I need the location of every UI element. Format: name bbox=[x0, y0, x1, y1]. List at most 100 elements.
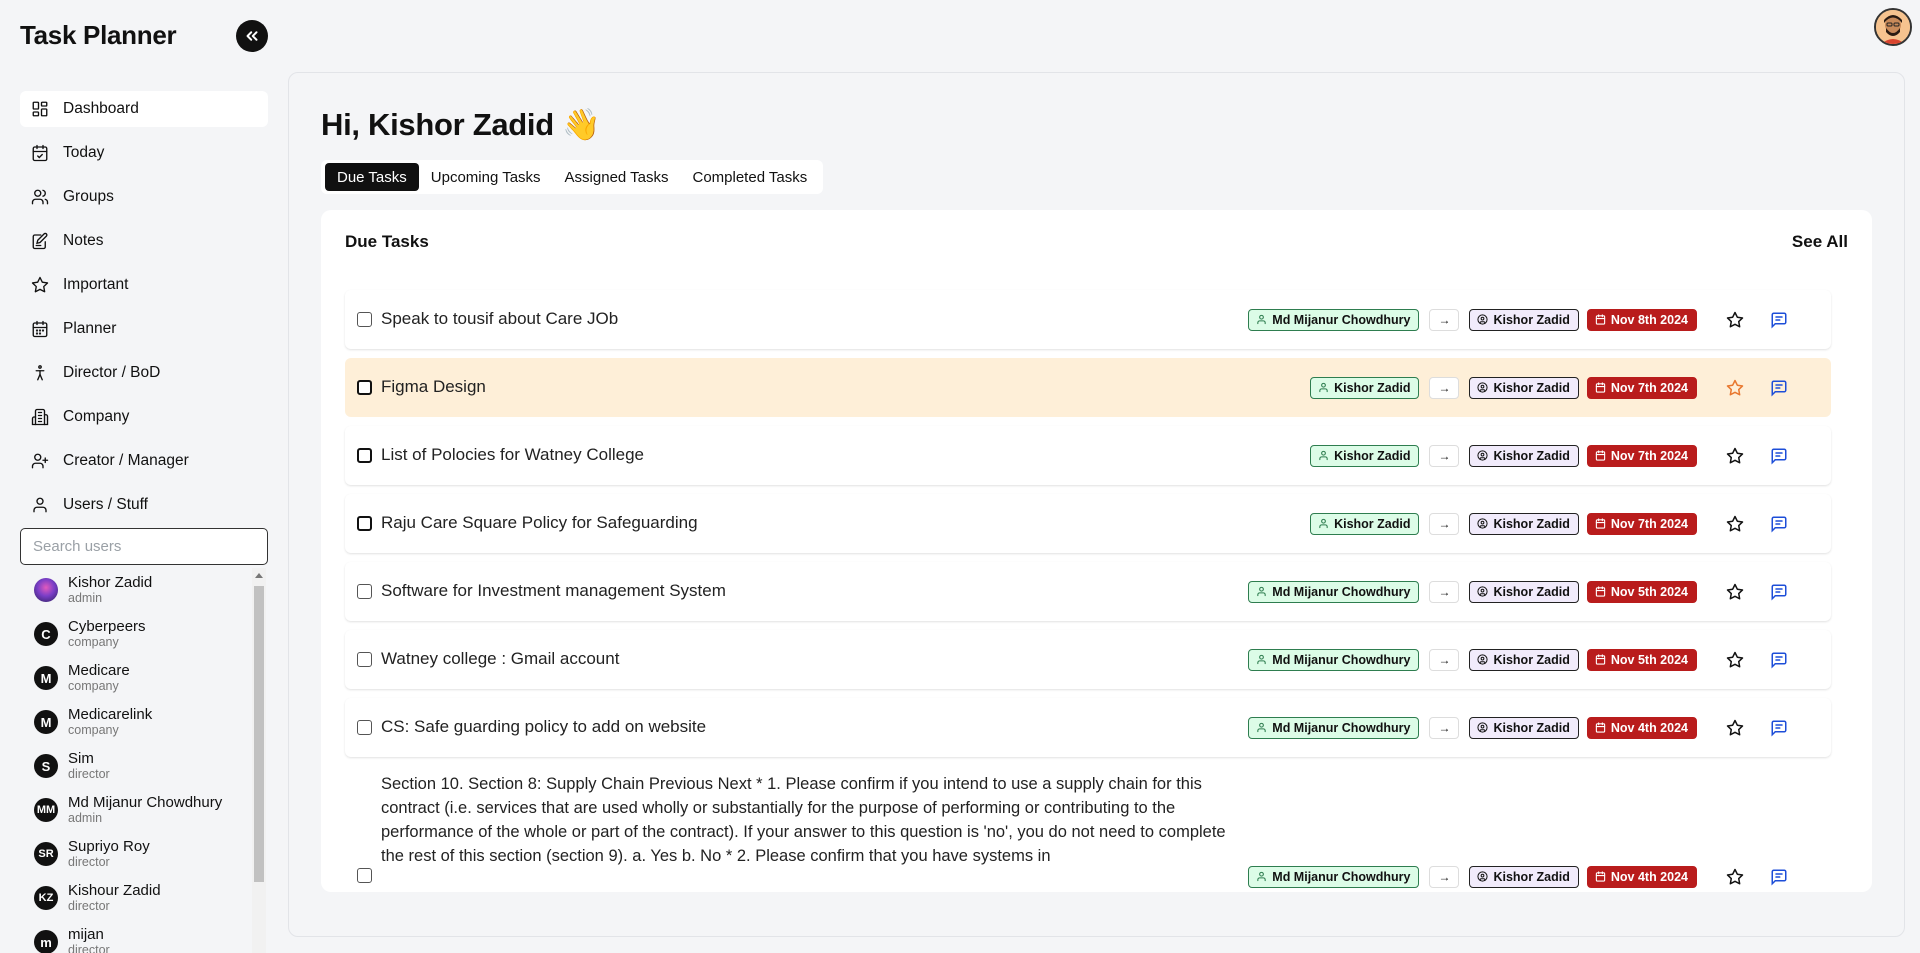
assignee-badge[interactable]: Kishor Zadid bbox=[1469, 716, 1579, 739]
sidebar-item-label: Notes bbox=[63, 232, 104, 249]
task-checkbox[interactable] bbox=[357, 868, 372, 883]
due-date-badge[interactable]: Nov 4th 2024 bbox=[1586, 865, 1697, 888]
person-standing-icon bbox=[35, 365, 45, 381]
assignee-badge[interactable]: Kishor Zadid bbox=[1469, 865, 1579, 888]
star-icon bbox=[1726, 719, 1744, 735]
star-icon bbox=[1726, 868, 1744, 884]
due-date-badge[interactable]: Nov 4th 2024 bbox=[1586, 716, 1697, 739]
creator-badge[interactable]: Md Mijanur Chowdhury bbox=[1248, 716, 1420, 739]
user-list-item[interactable]: M Medicare company bbox=[20, 656, 268, 700]
star-button[interactable] bbox=[1713, 377, 1757, 399]
creator-badge[interactable]: Md Mijanur Chowdhury bbox=[1248, 308, 1420, 331]
comment-button[interactable] bbox=[1757, 377, 1801, 399]
star-button[interactable] bbox=[1713, 649, 1757, 671]
notes-icon bbox=[32, 232, 48, 250]
creator-badge[interactable]: Kishor Zadid bbox=[1310, 444, 1420, 467]
sidebar-item-important[interactable]: Important bbox=[20, 267, 268, 303]
user-list-item[interactable]: KZ Kishour Zadid director bbox=[20, 876, 268, 920]
user-icon bbox=[1319, 382, 1328, 393]
task-checkbox[interactable] bbox=[357, 448, 372, 463]
creator-badge[interactable]: Md Mijanur Chowdhury bbox=[1248, 648, 1420, 671]
sidebar-item-company[interactable]: Company bbox=[20, 399, 268, 435]
sidebar-item-today[interactable]: Today bbox=[20, 135, 268, 171]
user-role: company bbox=[68, 679, 119, 693]
arrow-right-icon: → bbox=[1429, 648, 1460, 671]
task-row[interactable]: List of Polocies for Watney College Kish… bbox=[345, 426, 1831, 485]
task-checkbox[interactable] bbox=[357, 720, 372, 735]
due-date-badge[interactable]: Nov 7th 2024 bbox=[1586, 444, 1697, 467]
tab-assigned-tasks[interactable]: Assigned Tasks bbox=[553, 163, 681, 191]
creator-badge[interactable]: Md Mijanur Chowdhury bbox=[1248, 580, 1420, 603]
task-row[interactable]: Section 10. Section 8: Supply Chain Prev… bbox=[345, 766, 1831, 888]
sidebar-item-notes[interactable]: Notes bbox=[20, 223, 268, 259]
comment-button[interactable] bbox=[1757, 581, 1801, 603]
sidebar-item-groups[interactable]: Groups bbox=[20, 179, 268, 215]
scroll-up-arrow-icon[interactable] bbox=[255, 573, 263, 578]
profile-avatar[interactable] bbox=[1874, 8, 1912, 46]
collapse-sidebar-button[interactable] bbox=[236, 20, 268, 52]
comment-button[interactable] bbox=[1757, 866, 1801, 888]
assignee-badge[interactable]: Kishor Zadid bbox=[1469, 648, 1579, 671]
task-row[interactable]: Speak to tousif about Care JOb Md Mijanu… bbox=[345, 290, 1831, 349]
sidebar-item-planner[interactable]: Planner bbox=[20, 311, 268, 347]
assignee-badge[interactable]: Kishor Zadid bbox=[1469, 580, 1579, 603]
sidebar-item-dashboard[interactable]: Dashboard bbox=[20, 91, 268, 127]
search-users-input[interactable] bbox=[20, 528, 268, 565]
user-list-item[interactable]: MM Md Mijanur Chowdhury admin bbox=[20, 788, 268, 832]
task-checkbox[interactable] bbox=[357, 652, 372, 667]
sidebar-item-users[interactable]: Users / Stuff bbox=[20, 487, 268, 523]
task-row[interactable]: Software for Investment management Syste… bbox=[345, 562, 1831, 621]
task-row[interactable]: CS: Safe guarding policy to add on websi… bbox=[345, 698, 1831, 757]
user-list-scrollbar-thumb[interactable] bbox=[254, 586, 264, 882]
star-button[interactable] bbox=[1713, 866, 1757, 888]
due-date-badge[interactable]: Nov 7th 2024 bbox=[1586, 512, 1697, 535]
comment-button[interactable] bbox=[1757, 309, 1801, 331]
comment-button[interactable] bbox=[1757, 513, 1801, 535]
assignee-badge[interactable]: Kishor Zadid bbox=[1469, 444, 1579, 467]
profile-avatar-illustration bbox=[1876, 10, 1910, 44]
task-checkbox[interactable] bbox=[357, 516, 372, 531]
user-list-item[interactable]: C Cyberpeers company bbox=[20, 612, 268, 656]
assignee-badge[interactable]: Kishor Zadid bbox=[1469, 308, 1579, 331]
comment-button[interactable] bbox=[1757, 717, 1801, 739]
due-date-badge[interactable]: Nov 5th 2024 bbox=[1586, 580, 1697, 603]
star-button[interactable] bbox=[1713, 513, 1757, 535]
see-all-link[interactable]: See All bbox=[1792, 232, 1848, 252]
due-date-badge[interactable]: Nov 7th 2024 bbox=[1586, 376, 1697, 399]
user-name: Kishor Zadid bbox=[68, 574, 153, 591]
user-list-item[interactable]: M Medicarelink company bbox=[20, 700, 268, 744]
calendar-check-icon bbox=[32, 144, 48, 162]
sidebar-item-creator-manager[interactable]: Creator / Manager bbox=[20, 443, 268, 479]
user-list-item[interactable]: m mijan director bbox=[20, 920, 268, 953]
sidebar-item-label: Dashboard bbox=[63, 100, 139, 117]
task-checkbox[interactable] bbox=[357, 380, 372, 395]
tab-due-tasks[interactable]: Due Tasks bbox=[325, 163, 419, 191]
creator-badge[interactable]: Kishor Zadid bbox=[1310, 376, 1420, 399]
due-date-badge[interactable]: Nov 8th 2024 bbox=[1586, 308, 1697, 331]
task-checkbox[interactable] bbox=[357, 312, 372, 327]
star-button[interactable] bbox=[1713, 445, 1757, 467]
arrow-right-icon: → bbox=[1429, 512, 1460, 535]
task-row[interactable]: Watney college : Gmail account Md Mijanu… bbox=[345, 630, 1831, 689]
star-button[interactable] bbox=[1713, 717, 1757, 739]
task-row[interactable]: Raju Care Square Policy for Safeguarding… bbox=[345, 494, 1831, 553]
due-tasks-card: Due Tasks See All Speak to tousif about … bbox=[321, 210, 1872, 892]
tab-completed-tasks[interactable]: Completed Tasks bbox=[681, 163, 820, 191]
star-button[interactable] bbox=[1713, 581, 1757, 603]
star-button[interactable] bbox=[1713, 309, 1757, 331]
user-list-item[interactable]: SR Supriyo Roy director bbox=[20, 832, 268, 876]
assignee-badge[interactable]: Kishor Zadid bbox=[1469, 512, 1579, 535]
task-title: CS: Safe guarding policy to add on websi… bbox=[381, 717, 707, 736]
creator-badge[interactable]: Kishor Zadid bbox=[1310, 512, 1420, 535]
assignee-badge[interactable]: Kishor Zadid bbox=[1469, 376, 1579, 399]
tab-upcoming-tasks[interactable]: Upcoming Tasks bbox=[419, 163, 553, 191]
task-checkbox[interactable] bbox=[357, 584, 372, 599]
user-list-item[interactable]: S Sim director bbox=[20, 744, 268, 788]
user-list-item[interactable]: Kishor Zadid admin bbox=[20, 568, 268, 612]
creator-badge[interactable]: Md Mijanur Chowdhury bbox=[1248, 865, 1420, 888]
comment-button[interactable] bbox=[1757, 445, 1801, 467]
comment-button[interactable] bbox=[1757, 649, 1801, 671]
task-row[interactable]: Figma Design Kishor Zadid → Kishor Zadid… bbox=[345, 358, 1831, 417]
sidebar-item-director[interactable]: Director / BoD bbox=[20, 355, 268, 391]
due-date-badge[interactable]: Nov 5th 2024 bbox=[1586, 648, 1697, 671]
